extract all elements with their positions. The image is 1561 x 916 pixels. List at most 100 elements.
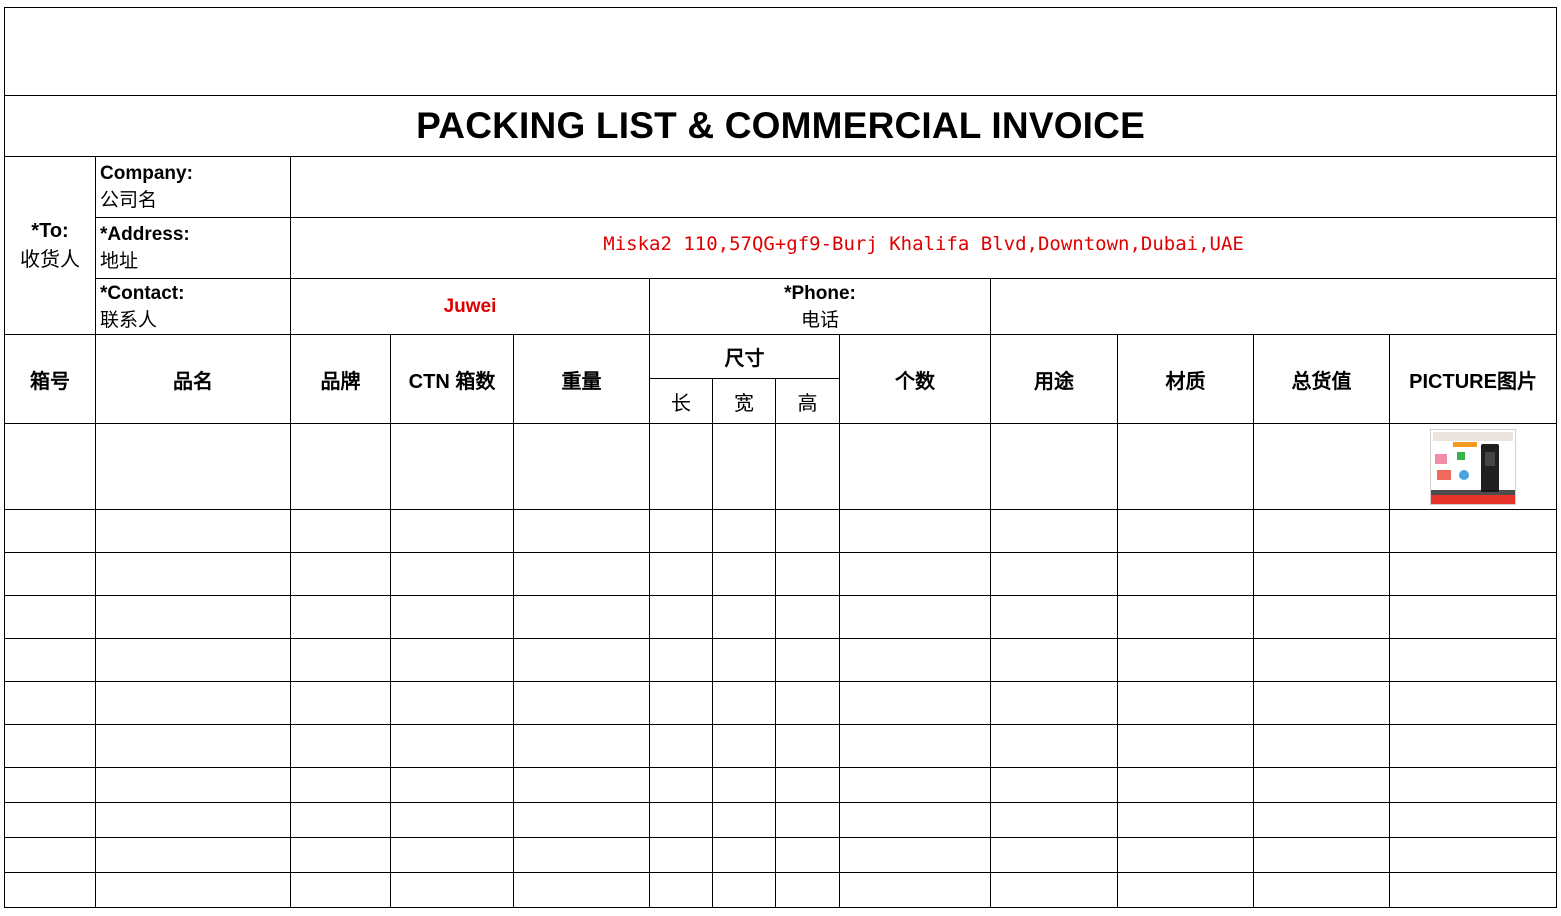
cell-brand[interactable] xyxy=(290,509,391,553)
cell-box-no[interactable] xyxy=(4,423,96,510)
cell-quantity[interactable] xyxy=(839,638,991,682)
blank-header-cell[interactable] xyxy=(3,7,1558,96)
cell-quantity[interactable] xyxy=(839,837,991,873)
cell-width[interactable] xyxy=(712,681,776,725)
cell-product-name[interactable] xyxy=(95,638,291,682)
cell-total-value[interactable] xyxy=(1253,724,1390,768)
cell-length[interactable] xyxy=(649,872,713,908)
cell-ctn-count[interactable] xyxy=(390,767,514,803)
cell-ctn-count[interactable] xyxy=(390,423,514,510)
cell-height[interactable] xyxy=(775,595,840,639)
cell-weight[interactable] xyxy=(513,423,650,510)
cell-ctn-count[interactable] xyxy=(390,837,514,873)
cell-brand[interactable] xyxy=(290,724,391,768)
cell-usage[interactable] xyxy=(990,423,1118,510)
cell-usage[interactable] xyxy=(990,802,1118,838)
cell-material[interactable] xyxy=(1117,509,1254,553)
cell-usage[interactable] xyxy=(990,872,1118,908)
cell-ctn-count[interactable] xyxy=(390,802,514,838)
cell-picture[interactable] xyxy=(1388,552,1558,596)
cell-usage[interactable] xyxy=(990,552,1118,596)
cell-ctn-count[interactable] xyxy=(390,552,514,596)
cell-product-name[interactable] xyxy=(95,552,291,596)
cell-product-name[interactable] xyxy=(95,837,291,873)
cell-product-name[interactable] xyxy=(95,509,291,553)
cell-product-name[interactable] xyxy=(95,595,291,639)
cell-width[interactable] xyxy=(712,872,776,908)
cell-usage[interactable] xyxy=(990,595,1118,639)
cell-box-no[interactable] xyxy=(4,681,96,725)
address-value-cell[interactable]: Miska2 110,57QG+gf9-Burj Khalifa Blvd,Do… xyxy=(289,217,1558,279)
cell-product-name[interactable] xyxy=(95,681,291,725)
cell-quantity[interactable] xyxy=(839,724,991,768)
cell-picture[interactable] xyxy=(1388,802,1558,838)
cell-total-value[interactable] xyxy=(1253,767,1390,803)
cell-height[interactable] xyxy=(775,638,840,682)
cell-height[interactable] xyxy=(775,509,840,553)
cell-product-name[interactable] xyxy=(95,767,291,803)
cell-height[interactable] xyxy=(775,552,840,596)
cell-width[interactable] xyxy=(712,595,776,639)
cell-width[interactable] xyxy=(712,552,776,596)
cell-material[interactable] xyxy=(1117,681,1254,725)
cell-total-value[interactable] xyxy=(1253,509,1390,553)
contact-value-cell[interactable]: Juwei xyxy=(290,278,650,335)
cell-usage[interactable] xyxy=(990,681,1118,725)
cell-width[interactable] xyxy=(712,638,776,682)
cell-brand[interactable] xyxy=(290,423,391,510)
cell-total-value[interactable] xyxy=(1253,681,1390,725)
cell-ctn-count[interactable] xyxy=(390,509,514,553)
cell-width[interactable] xyxy=(712,423,776,510)
cell-ctn-count[interactable] xyxy=(390,724,514,768)
cell-height[interactable] xyxy=(775,767,840,803)
cell-length[interactable] xyxy=(649,423,713,510)
cell-material[interactable] xyxy=(1117,872,1254,908)
cell-length[interactable] xyxy=(649,552,713,596)
cell-quantity[interactable] xyxy=(839,802,991,838)
cell-total-value[interactable] xyxy=(1253,872,1390,908)
cell-box-no[interactable] xyxy=(4,724,96,768)
cell-weight[interactable] xyxy=(513,724,650,768)
cell-material[interactable] xyxy=(1117,724,1254,768)
cell-weight[interactable] xyxy=(513,872,650,908)
cell-ctn-count[interactable] xyxy=(390,681,514,725)
cell-material[interactable] xyxy=(1117,552,1254,596)
cell-length[interactable] xyxy=(649,767,713,803)
cell-product-name[interactable] xyxy=(95,872,291,908)
cell-ctn-count[interactable] xyxy=(390,872,514,908)
cell-brand[interactable] xyxy=(290,767,391,803)
cell-product-name[interactable] xyxy=(95,724,291,768)
cell-weight[interactable] xyxy=(513,837,650,873)
cell-length[interactable] xyxy=(649,837,713,873)
cell-material[interactable] xyxy=(1117,423,1254,510)
cell-height[interactable] xyxy=(775,681,840,725)
cell-picture[interactable] xyxy=(1388,724,1558,768)
cell-picture[interactable] xyxy=(1388,595,1558,639)
cell-box-no[interactable] xyxy=(4,767,96,803)
cell-product-name[interactable] xyxy=(95,802,291,838)
cell-length[interactable] xyxy=(649,681,713,725)
cell-length[interactable] xyxy=(649,724,713,768)
cell-height[interactable] xyxy=(775,423,840,510)
cell-picture[interactable] xyxy=(1388,509,1558,553)
phone-value-cell[interactable] xyxy=(989,278,1558,335)
cell-width[interactable] xyxy=(712,767,776,803)
cell-total-value[interactable] xyxy=(1253,552,1390,596)
cell-total-value[interactable] xyxy=(1253,638,1390,682)
cell-weight[interactable] xyxy=(513,595,650,639)
cell-usage[interactable] xyxy=(990,638,1118,682)
cell-length[interactable] xyxy=(649,595,713,639)
cell-height[interactable] xyxy=(775,872,840,908)
cell-ctn-count[interactable] xyxy=(390,638,514,682)
cell-weight[interactable] xyxy=(513,767,650,803)
cell-brand[interactable] xyxy=(290,681,391,725)
cell-picture[interactable] xyxy=(1388,767,1558,803)
cell-brand[interactable] xyxy=(290,837,391,873)
company-value-cell[interactable] xyxy=(289,156,1558,218)
cell-weight[interactable] xyxy=(513,552,650,596)
cell-usage[interactable] xyxy=(990,509,1118,553)
cell-ctn-count[interactable] xyxy=(390,595,514,639)
cell-width[interactable] xyxy=(712,837,776,873)
cell-quantity[interactable] xyxy=(839,872,991,908)
cell-picture[interactable] xyxy=(1388,423,1558,510)
